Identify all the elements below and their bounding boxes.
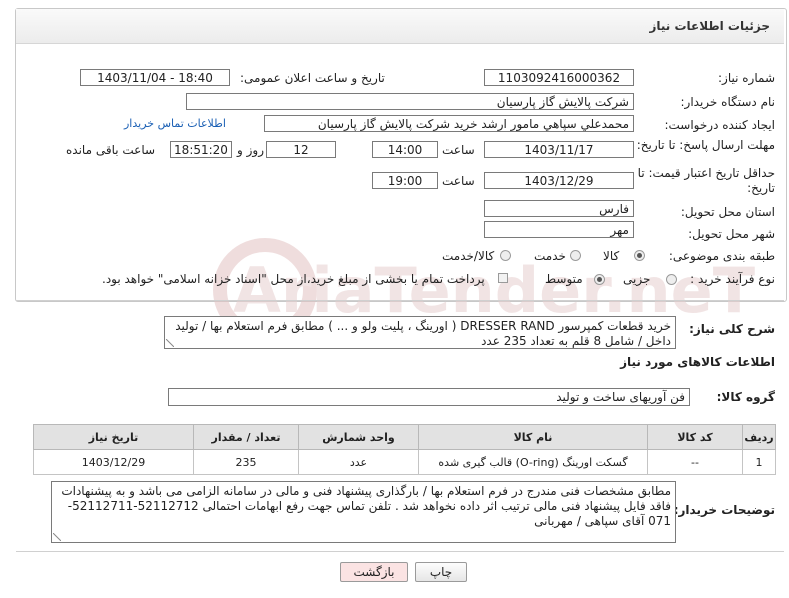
announce-field: 1403/11/04 - 18:40 <box>80 69 230 86</box>
category-option-service: خدمت <box>534 249 566 263</box>
divider <box>16 551 784 552</box>
validity-time-word: ساعت <box>442 174 475 188</box>
cell-date: 1403/12/29 <box>33 449 194 475</box>
process-radio-minor[interactable] <box>666 274 677 285</box>
reply-time-word: ساعت <box>442 143 475 157</box>
process-label: نوع فرآیند خرید : <box>690 272 775 286</box>
remaining-time-field: 18:51:20 <box>170 141 232 158</box>
city-label: شهر محل تحویل: <box>688 227 775 241</box>
need-number-label: شماره نیاز: <box>718 71 775 85</box>
resize-handle-icon[interactable] <box>166 339 174 347</box>
category-radio-goods-service[interactable] <box>500 250 511 261</box>
category-radio-service[interactable] <box>570 250 581 261</box>
process-option-minor: جزیی <box>623 272 651 286</box>
goods-section-title: اطلاعات کالاهای مورد نیاز <box>620 355 775 369</box>
validity-time-field: 19:00 <box>372 172 438 189</box>
description-field: خرید قطعات کمپرسور DRESSER RAND ( اورینگ… <box>164 316 676 349</box>
col-row: ردیف <box>742 424 776 450</box>
category-option-goods: کالا <box>603 249 620 263</box>
panel-header: جزئیات اطلاعات نیاز <box>16 9 784 44</box>
cell-name: گسکت اورینگ (O-ring) قالب گیری شده <box>418 449 648 475</box>
goods-group-field: فن آوریهای ساخت و تولید <box>168 388 690 406</box>
col-unit: واحد شمارش <box>298 424 419 450</box>
panel-title: جزئیات اطلاعات نیاز <box>649 19 770 33</box>
resize-handle-icon[interactable] <box>53 533 61 541</box>
cell-qty: 235 <box>193 449 299 475</box>
remaining-word: ساعت باقی مانده <box>66 143 156 157</box>
reply-deadline-label: مهلت ارسال پاسخ: تا تاریخ: <box>636 138 775 152</box>
validity-date-field: 1403/12/29 <box>484 172 634 189</box>
announce-label: تاریخ و ساعت اعلان عمومی: <box>240 71 385 85</box>
back-button[interactable]: بازگشت <box>340 562 408 582</box>
table-row: 1 -- گسکت اورینگ (O-ring) قالب گیری شده … <box>33 449 776 475</box>
category-label: طبقه بندی موضوعی: <box>668 249 775 263</box>
buyer-org-label: نام دستگاه خریدار: <box>680 95 776 109</box>
category-radio-goods[interactable] <box>634 250 645 261</box>
province-field: فارس <box>484 200 634 217</box>
buyer-org-field: شرکت پالایش گاز پارسیان <box>186 93 634 110</box>
col-qty: تعداد / مقدار <box>193 424 299 450</box>
validity-label: حداقل تاریخ اعتبار قیمت: تا تاریخ: <box>637 166 775 195</box>
need-number-field: 1103092416000362 <box>484 69 634 86</box>
buyer-notes-field: مطابق مشخصات فنی مندرج در فرم استعلام به… <box>51 481 676 543</box>
process-option-medium: متوسط <box>545 272 583 286</box>
divider <box>16 300 784 301</box>
goods-group-label: گروه کالا: <box>716 390 775 404</box>
category-option-goods-service: کالا/خدمت <box>442 249 495 263</box>
days-word: روز و <box>237 143 264 157</box>
cell-code: -- <box>647 449 743 475</box>
province-label: استان محل تحویل: <box>680 205 775 219</box>
creator-label: ایجاد کننده درخواست: <box>664 118 775 132</box>
buyer-contact-link[interactable]: اطلاعات تماس خریدار <box>124 117 226 130</box>
days-remaining-field: 12 <box>266 141 336 158</box>
city-field: مهر <box>484 221 634 238</box>
print-button[interactable]: چاپ <box>415 562 467 582</box>
description-label: شرح کلی نیاز: <box>689 322 775 336</box>
col-name: نام کالا <box>418 424 648 450</box>
treasury-payment-checkbox[interactable] <box>498 273 508 283</box>
col-date: تاریخ نیاز <box>33 424 194 450</box>
col-code: کد کالا <box>647 424 743 450</box>
creator-field: محمدعلي سپاهي مامور ارشد خرید شرکت پالای… <box>264 115 634 132</box>
reply-date-field: 1403/11/17 <box>484 141 634 158</box>
treasury-payment-note: پرداخت تمام یا بخشی از مبلغ خرید،از محل … <box>102 272 485 286</box>
cell-row: 1 <box>742 449 776 475</box>
buyer-notes-label: توضیحات خریدار: <box>673 503 775 517</box>
process-radio-medium[interactable] <box>594 274 605 285</box>
reply-time-field: 14:00 <box>372 141 438 158</box>
cell-unit: عدد <box>298 449 419 475</box>
goods-table: ردیف کد کالا نام کالا واحد شمارش تعداد /… <box>33 424 776 475</box>
